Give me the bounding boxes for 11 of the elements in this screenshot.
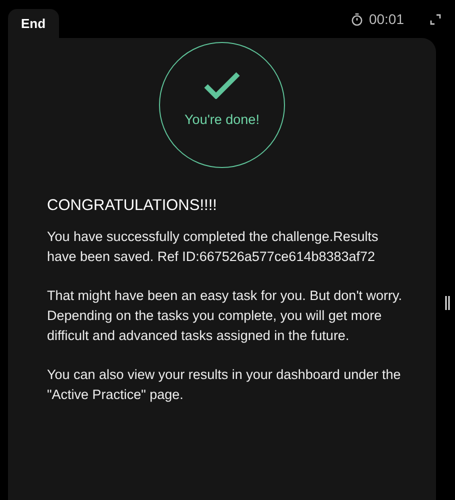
checkmark-icon (204, 71, 240, 99)
stopwatch-icon (350, 13, 363, 26)
expand-icon[interactable] (430, 14, 441, 25)
end-tab[interactable]: End (8, 9, 59, 38)
timer: 00:01 (368, 10, 404, 29)
message-paragraph: You can also view your results in your dashboard under the "Active Practice" page. (47, 366, 402, 404)
status-label: You're done! (184, 111, 260, 129)
message-paragraph: You have successfully completed the challenge.Results have been saved. Ref ID:667526a577ce614b8383af72 (47, 228, 380, 266)
resize-handle-icon[interactable] (445, 296, 450, 310)
message-paragraph: That might have been an easy task for you. But don't worry. Depending on the tasks you complete, you will get more difficult and advanced tasks assigned in the future. (47, 287, 404, 346)
heading: CONGRATULATIONS!!!! (47, 196, 218, 216)
